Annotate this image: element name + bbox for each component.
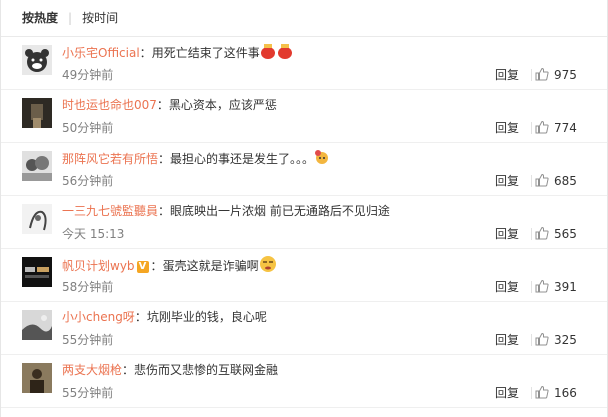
username-link[interactable]: 时也运也命也007 [62,98,157,112]
username-link[interactable]: 小乐宅Official [62,46,140,60]
username-link[interactable]: 那阵风它若有所悟 [62,152,158,166]
like-button[interactable]: 975 [535,67,581,83]
comment-item: 两支大烟枪：悲伤而又悲惨的互联网金融 55分钟前 回复 166 [1,355,607,408]
comment-time: 50分钟前 [62,121,114,135]
colon: ： [156,98,169,112]
comment-time: 56分钟前 [62,174,114,188]
colon: ： [150,259,163,273]
comment-item: 那阵风它若有所悟：最担心的事还是发生了。。。 56分钟前 回复 685 [1,143,607,196]
comment-line: 时也运也命也007：黑心资本，应该严惩 [62,96,277,114]
colon: ： [122,363,135,377]
sort-by-time-tab[interactable]: 按时间 [82,11,118,25]
like-button[interactable]: 565 [535,226,581,242]
comment-time: 55分钟前 [62,333,114,347]
like-count: 565 [554,227,577,241]
reply-button[interactable]: 回复 [495,120,519,136]
comment-text: 眼底映出一片浓烟 前已无通路后不见归途 [170,204,390,218]
thumbs-up-icon [535,67,554,82]
avatar[interactable] [22,98,52,128]
reply-button[interactable]: 回复 [495,67,519,83]
colon: ： [134,310,147,324]
like-button[interactable]: 774 [535,120,581,136]
avatar[interactable] [22,363,52,393]
like-button[interactable]: 391 [535,279,581,295]
username-link[interactable]: 小小cheng呀 [62,310,135,324]
action-divider [531,69,532,81]
colon: ： [158,152,171,166]
thumbs-up-icon [535,120,554,135]
like-count: 975 [554,68,577,82]
action-divider [531,228,532,240]
comment-line: 两支大烟枪：悲伤而又悲惨的互联网金融 [62,361,278,379]
tired-face-emoji [259,255,277,278]
colon: ： [139,46,152,60]
comment-item: 一三九七號監聽員：眼底映出一片浓烟 前已无通路后不见归途今天 15:13 回复 56… [1,196,607,249]
reply-button[interactable]: 回复 [495,279,519,295]
action-divider [531,122,532,134]
comment-text: 蛋壳这就是诈骗啊 [162,259,259,273]
like-button[interactable]: 166 [535,385,581,401]
comment-panel: 按热度 | 按时间 小乐宅Official：用死亡结束了这件事 49分钟前 回复 975 时… [0,0,608,417]
comment-line: 帆贝计划wyb V ：蛋壳这就是诈骗啊 [62,255,277,278]
avatar[interactable] [22,151,52,181]
username-link[interactable]: 帆贝计划wyb [62,259,135,273]
action-divider [531,387,532,399]
reply-button[interactable]: 回复 [495,332,519,348]
comment-item: 帆贝计划wyb V ：蛋壳这就是诈骗啊 58分钟前 回复 391 [1,249,607,302]
avatar[interactable] [22,257,52,287]
comment-list: 小乐宅Official：用死亡结束了这件事 49分钟前 回复 975 时也运也命也007… [1,37,607,408]
avatar[interactable] [22,204,52,234]
action-divider [531,281,532,293]
thumbs-up-icon [535,173,554,188]
comment-item: 小乐宅Official：用死亡结束了这件事 49分钟前 回复 975 [1,37,607,90]
verified-v-icon: V [136,260,149,273]
comment-time: 49分钟前 [62,68,114,82]
comment-time: 58分钟前 [62,280,114,294]
comment-text: 黑心资本，应该严惩 [168,98,277,112]
comment-time: 今天 15:13 [62,227,125,241]
comment-line: 小乐宅Official：用死亡结束了这件事 [62,43,294,64]
reply-button[interactable]: 回复 [495,385,519,401]
like-count: 166 [554,386,577,400]
like-count: 391 [554,280,577,294]
sort-bar: 按热度 | 按时间 [1,0,607,37]
thumbs-up-icon [535,332,554,347]
avatar[interactable] [22,310,52,340]
reply-button[interactable]: 回复 [495,226,519,242]
sort-by-hot-tab[interactable]: 按热度 [22,11,58,25]
thumbs-up-icon [535,385,554,400]
red-pot-emoji [260,43,294,64]
comment-text: 悲伤而又悲惨的互联网金融 [134,363,279,377]
like-button[interactable]: 685 [535,173,581,189]
comment-time: 55分钟前 [62,386,114,400]
action-divider [531,334,532,346]
comment-item: 小小cheng呀：坑刚毕业的钱，良心呢 55分钟前 回复 325 [1,302,607,355]
username-link[interactable]: 一三九七號監聽員 [62,204,158,218]
action-divider [531,175,532,187]
comment-text: 用死亡结束了这件事 [151,46,260,60]
comment-item: 时也运也命也007：黑心资本，应该严惩 50分钟前 回复 774 [1,90,607,143]
avatar[interactable] [22,45,52,75]
sort-divider: | [68,11,73,25]
thumbs-up-icon [535,279,554,294]
like-button[interactable]: 325 [535,332,581,348]
reply-button[interactable]: 回复 [495,173,519,189]
comment-line: 那阵风它若有所悟：最担心的事还是发生了。。。 [62,149,330,170]
face-badge-emoji [314,149,330,170]
comment-text: 坑刚毕业的钱，良心呢 [146,310,267,324]
colon: ： [158,204,171,218]
comment-text: 最担心的事还是发生了。。。 [170,152,315,166]
comment-line: 小小cheng呀：坑刚毕业的钱，良心呢 [62,308,267,326]
comment-line: 一三九七號監聽員：眼底映出一片浓烟 前已无通路后不见归途 [62,202,390,220]
like-count: 774 [554,121,577,135]
like-count: 325 [554,333,577,347]
username-link[interactable]: 两支大烟枪 [62,363,122,377]
like-count: 685 [554,174,577,188]
thumbs-up-icon [535,226,554,241]
